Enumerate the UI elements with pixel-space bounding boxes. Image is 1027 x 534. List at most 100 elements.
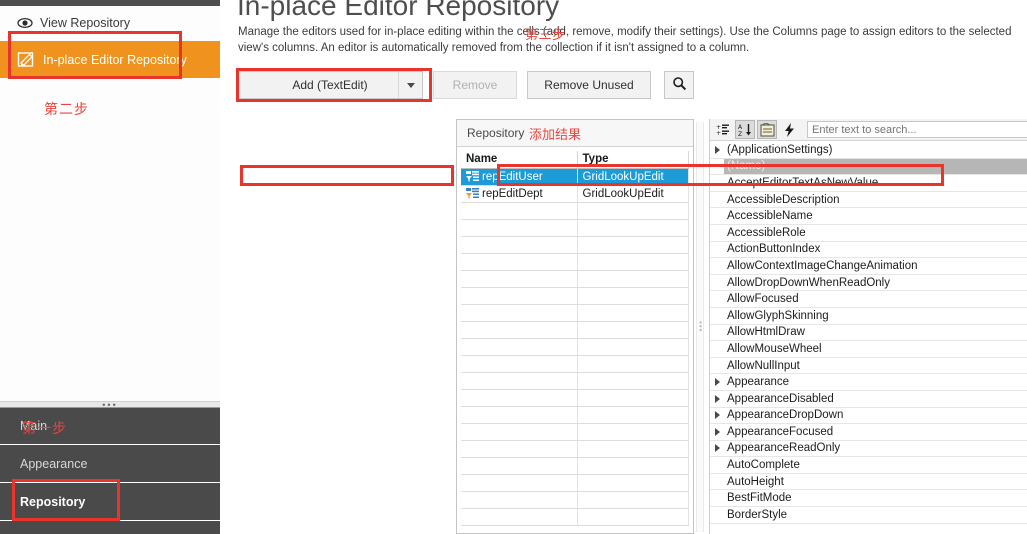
property-grid-rows[interactable]: (ApplicationSettings)(Name)repEditUserAc… [710,142,1027,534]
table-row-empty[interactable] [461,304,689,322]
sort-alphabetical-icon[interactable]: AZ [735,120,755,139]
cell-name[interactable] [461,355,578,373]
property-row[interactable]: AllowMouseWheelTrue [710,341,1027,358]
property-row[interactable]: AutoCompleteFalse [710,457,1027,474]
table-row-empty[interactable] [461,202,689,220]
property-row[interactable]: AppearanceAppearance [710,374,1027,391]
cell-name[interactable]: repEditUser [461,168,578,186]
cell-type[interactable] [577,253,689,271]
properties-page-icon[interactable] [757,120,777,139]
property-row[interactable]: AcceptEditorTextAsNewValueDefault [710,175,1027,192]
table-row-empty[interactable] [461,287,689,305]
property-row[interactable]: AccessibleDescription [710,192,1027,209]
table-row-empty[interactable] [461,372,689,390]
cell-name[interactable] [461,236,578,254]
cell-type[interactable] [577,236,689,254]
cell-type[interactable] [577,287,689,305]
sidebar-item-appearance[interactable]: Appearance [0,446,220,483]
cell-name[interactable] [461,440,578,458]
table-row-empty[interactable] [461,440,689,458]
cell-type[interactable]: GridLookUpEdit [577,185,689,203]
expand-triangle-icon[interactable] [710,145,724,154]
expand-triangle-icon[interactable] [710,394,724,403]
cell-type[interactable] [577,440,689,458]
cell-name[interactable] [461,253,578,271]
property-row[interactable]: AllowDropDownWhenReadOnlyDefault [710,275,1027,292]
cell-name[interactable] [461,423,578,441]
expand-triangle-icon[interactable] [710,444,724,453]
property-row[interactable]: BestFitModeNone [710,490,1027,508]
cell-name[interactable] [461,321,578,339]
table-row[interactable]: repEditDept GridLookUpEdit [461,185,689,203]
property-search-input[interactable] [807,121,1027,138]
property-row[interactable]: AppearanceReadOnlyAppearance [710,441,1027,458]
vertical-splitter[interactable]: ••• [696,122,705,532]
property-row[interactable]: ActionButtonIndex0 [710,242,1027,259]
column-header-name[interactable]: Name [461,151,578,169]
property-row[interactable]: (Name)repEditUser [710,158,1027,176]
cell-type[interactable] [577,304,689,322]
property-row[interactable]: AllowContextImageChangeAnimationDefault [710,258,1027,275]
cell-type[interactable]: GridLookUpEdit [577,168,689,186]
property-row[interactable]: (ApplicationSettings) [710,142,1027,159]
cell-type[interactable] [577,457,689,475]
table-row-empty[interactable] [461,236,689,254]
cell-name[interactable] [461,270,578,288]
property-row[interactable]: AutoHeightFalse [710,474,1027,491]
cell-type[interactable] [577,338,689,356]
property-row[interactable]: AppearanceDisabledAppearance [710,391,1027,408]
table-row-empty[interactable] [461,406,689,424]
cell-name[interactable] [461,508,578,526]
cell-name[interactable] [461,202,578,220]
cell-name[interactable] [461,372,578,390]
cell-type[interactable] [577,219,689,237]
cell-type[interactable] [577,491,689,509]
table-row-empty[interactable] [461,355,689,373]
table-row-empty[interactable] [461,389,689,407]
sidebar-item-inplace-editor-repository[interactable]: In-place Editor Repository [0,41,220,78]
cell-name[interactable] [461,338,578,356]
property-row[interactable]: AllowHtmlDrawDefault [710,325,1027,342]
table-row-empty[interactable] [461,253,689,271]
cell-name[interactable] [461,304,578,322]
cell-name[interactable] [461,389,578,407]
table-row-empty[interactable] [461,321,689,339]
horizontal-splitter[interactable]: ••• [0,400,220,409]
table-row[interactable]: repEditUser GridLookUpEdit [461,168,689,186]
property-row[interactable]: AppearanceFocusedAppearance [710,424,1027,441]
events-lightning-icon[interactable] [779,120,799,139]
property-row[interactable]: BorderStyleDefault [710,507,1027,524]
table-row-empty[interactable] [461,270,689,288]
cell-type[interactable] [577,355,689,373]
table-row-empty[interactable] [461,219,689,237]
categorized-icon[interactable]: + + [713,120,733,139]
cell-name[interactable] [461,457,578,475]
property-row[interactable]: AppearanceDropDownAppearance [710,408,1027,425]
cell-type[interactable] [577,508,689,526]
cell-name[interactable] [461,406,578,424]
table-row-empty[interactable] [461,457,689,475]
property-row[interactable]: AllowGlyphSkinningDefault [710,308,1027,325]
remove-unused-button[interactable]: Remove Unused [527,71,651,99]
cell-type[interactable] [577,321,689,339]
cell-type[interactable] [577,372,689,390]
column-header-type[interactable]: Type [577,151,689,169]
property-row[interactable]: AllowNullInputDefault [710,358,1027,375]
table-row-empty[interactable] [461,338,689,356]
table-row-empty[interactable] [461,474,689,492]
cell-name[interactable] [461,287,578,305]
repository-grid[interactable]: Name Type repEditUser GridLookUpEdit repEd… [461,151,689,531]
cell-type[interactable] [577,202,689,220]
cell-name[interactable] [461,219,578,237]
property-row[interactable]: AccessibleName [710,208,1027,225]
table-row-empty[interactable] [461,423,689,441]
expand-triangle-icon[interactable] [710,378,724,387]
table-row-empty[interactable] [461,491,689,509]
sidebar-item-repository[interactable]: Repository [0,484,220,521]
property-row[interactable]: AllowFocusedTrue [710,291,1027,308]
expand-triangle-icon[interactable] [710,427,724,436]
sidebar-item-partial[interactable] [0,522,220,534]
search-button[interactable] [664,71,694,99]
cell-type[interactable] [577,270,689,288]
property-row[interactable]: AccessibleRoleDefault [710,225,1027,242]
